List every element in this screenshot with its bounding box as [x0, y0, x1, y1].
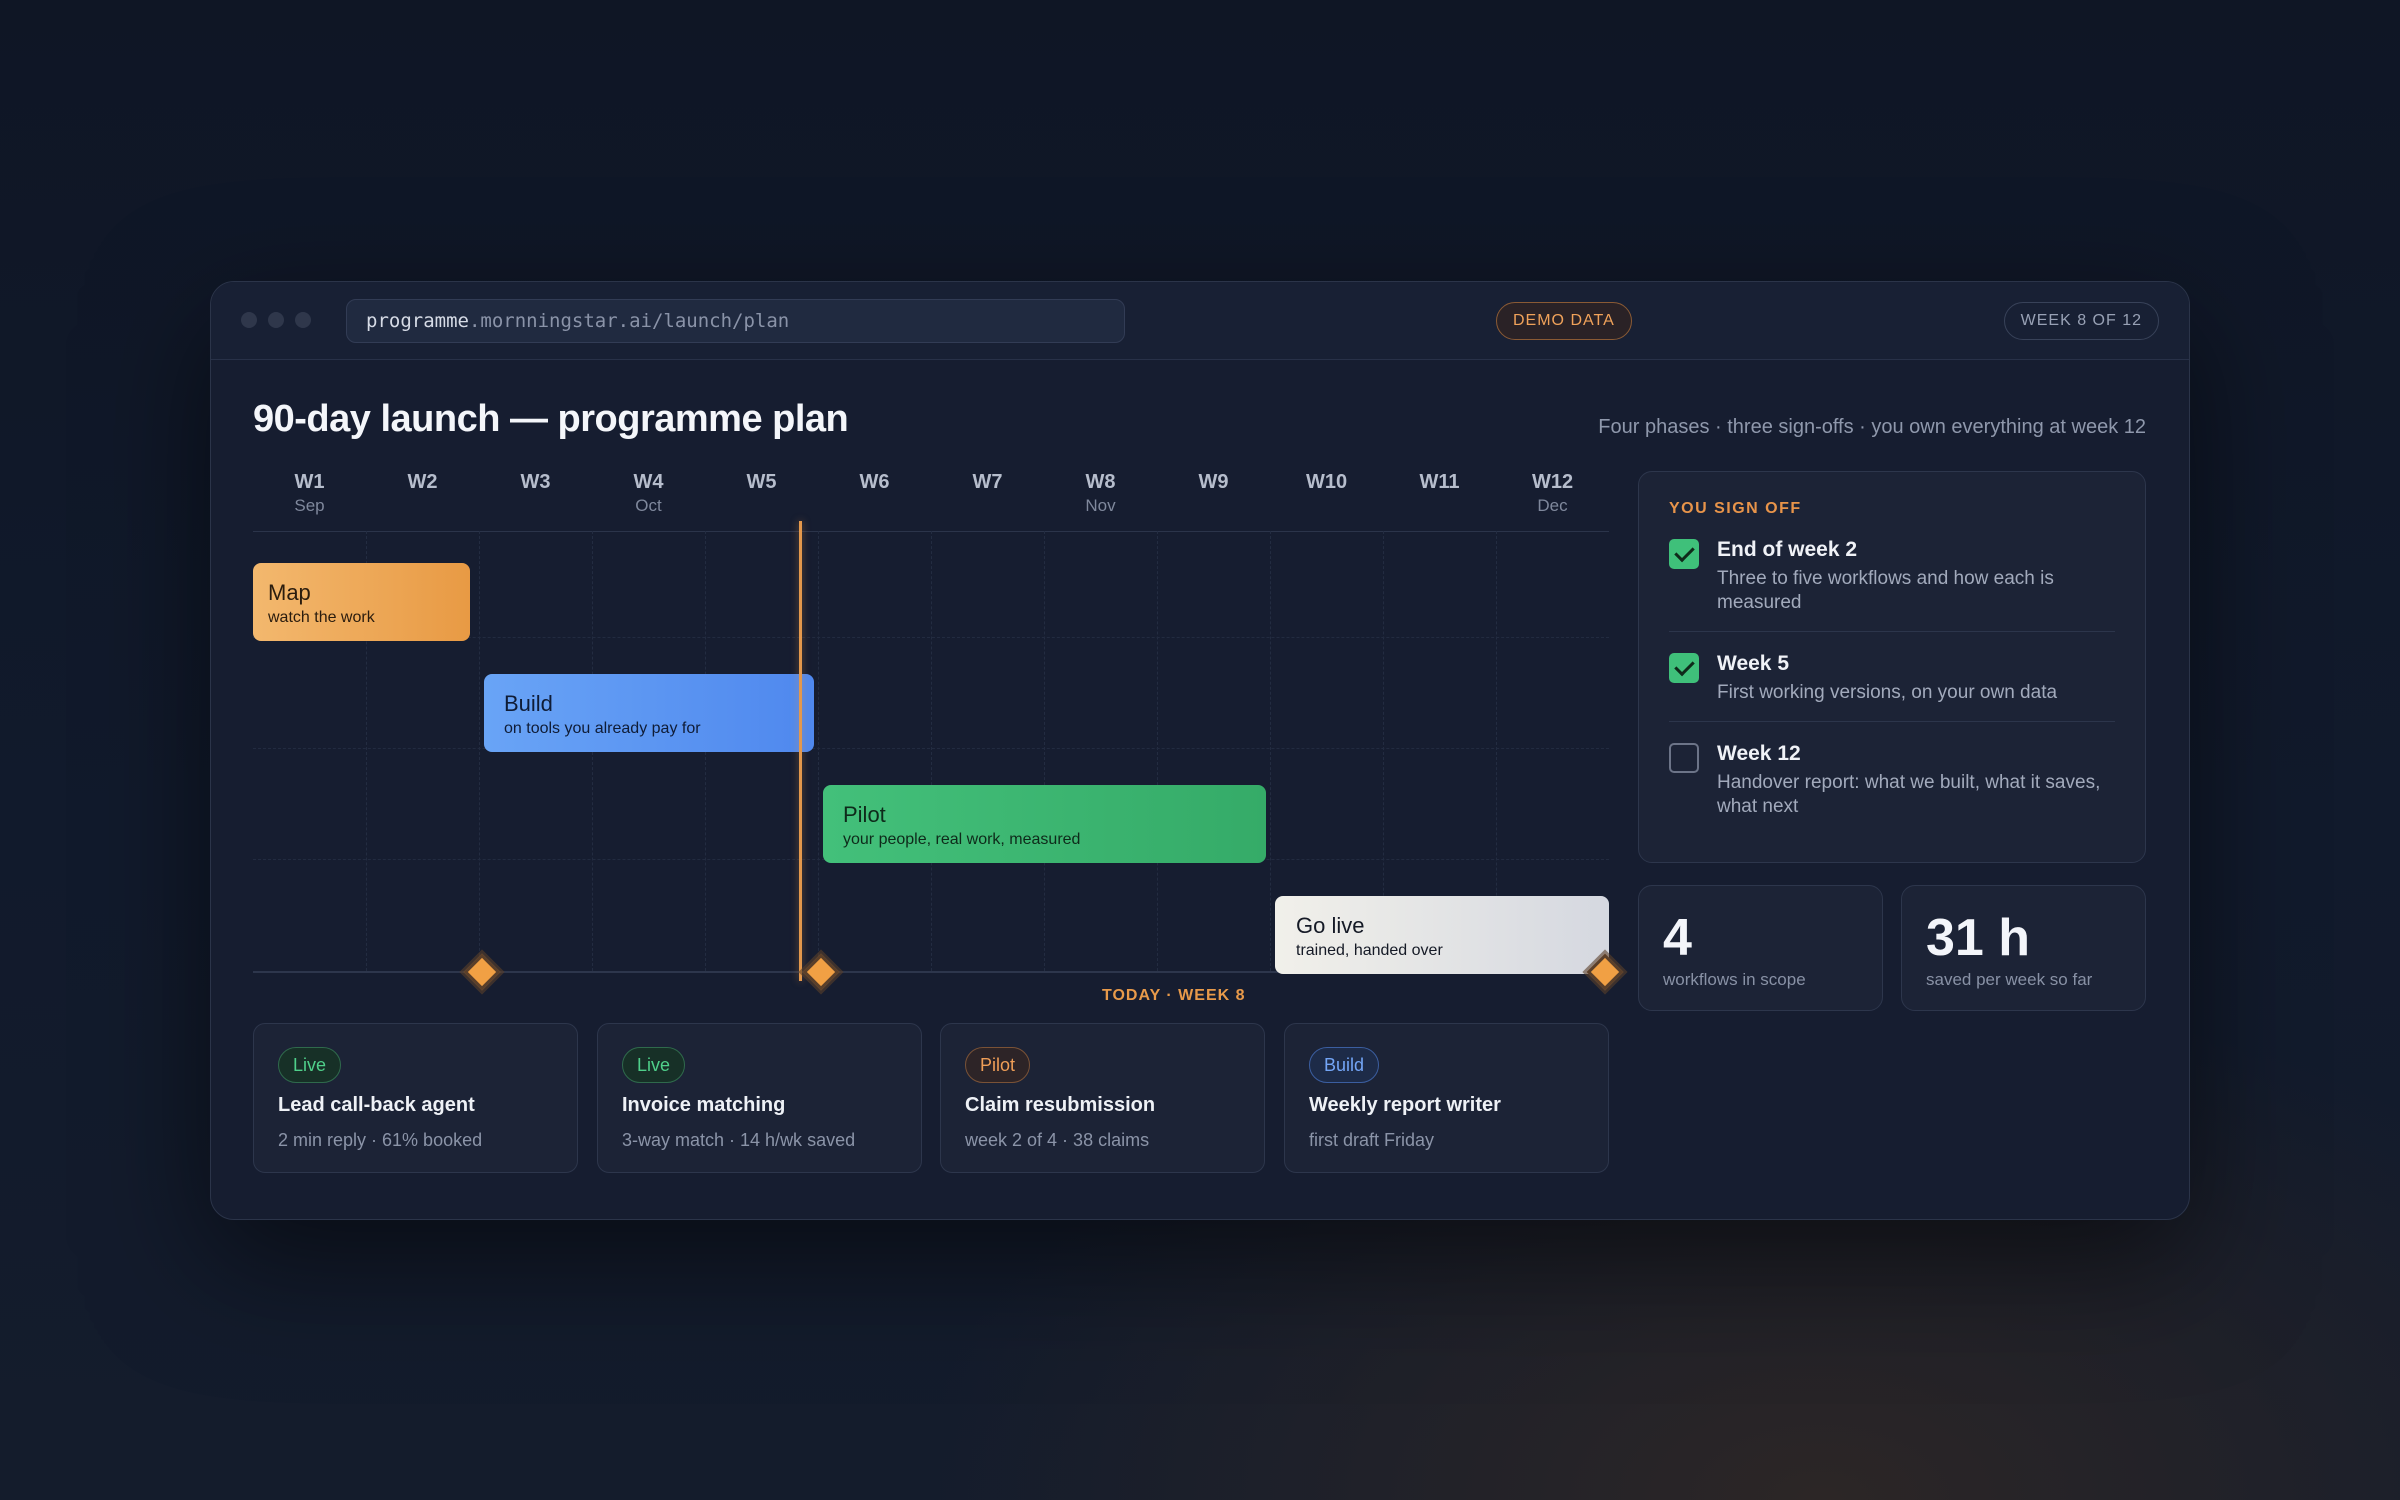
month-label: Sep [294, 496, 325, 515]
divider [1669, 721, 2115, 722]
phase-name: Go live [1296, 913, 1365, 938]
workflow-card[interactable]: Live Invoice matching 3-way match · 14 h… [597, 1023, 922, 1173]
today-marker-line [799, 521, 802, 981]
status-badge: Pilot [965, 1047, 1031, 1083]
week-label: W10 [1305, 471, 1348, 493]
workflow-meta: 2 min reply · 61% booked [278, 1130, 483, 1150]
phase-bar-build[interactable]: Build on tools you already pay for [484, 674, 814, 752]
url-path: .mornningstar.ai/launch/plan [468, 310, 790, 332]
phase-name: Build [504, 691, 553, 716]
phase-bar-map[interactable]: Map watch the work [253, 563, 470, 641]
month-label: Oct [635, 496, 662, 515]
workflow-meta: 3-way match · 14 h/wk saved [622, 1130, 856, 1150]
grid-line [931, 531, 932, 971]
phase-name: Map [268, 580, 311, 605]
phase-name: Pilot [843, 802, 886, 827]
milestone-diamond-icon[interactable] [802, 953, 840, 991]
phase-desc: watch the work [268, 609, 375, 626]
week-label: W9 [1198, 471, 1229, 493]
stat-value: 4 [1663, 909, 1692, 967]
stat-label: workflows in scope [1663, 970, 1806, 989]
workflow-name: Weekly report writer [1309, 1094, 1501, 1116]
address-bar[interactable]: programme.mornningstar.ai/launch/plan [346, 299, 1125, 343]
checkbox-unchecked-icon[interactable] [1669, 743, 1699, 773]
week-label: W6 [859, 471, 890, 493]
phase-desc: on tools you already pay for [504, 720, 701, 737]
month-label: Dec [1537, 496, 1568, 515]
row-divider [253, 748, 1609, 749]
today-label: TODAY · WEEK 8 [1102, 987, 1246, 1004]
divider [1669, 631, 2115, 632]
phase-bar-go-live[interactable]: Go live trained, handed over [1275, 896, 1609, 974]
week-column-header: W6 [818, 471, 931, 496]
week-label: W2 [407, 471, 438, 493]
week-label: W12 [1531, 471, 1574, 493]
workflow-card[interactable]: Live Lead call-back agent 2 min reply · … [253, 1023, 578, 1173]
sign-off-title: Week 12 [1717, 742, 1801, 765]
grid-line [1157, 531, 1158, 971]
workflow-name: Invoice matching [622, 1094, 786, 1116]
week-label: W3 [520, 471, 551, 493]
week-label: W4 [633, 471, 664, 493]
week-label: W7 [972, 471, 1003, 493]
week-label: W8 [1085, 471, 1116, 493]
status-badge: Live [622, 1047, 686, 1083]
grid-line [1270, 531, 1271, 971]
stat-value: 31 h [1926, 909, 2031, 967]
window-maximize-dot[interactable] [295, 312, 311, 328]
page-subtitle: Four phases · three sign-offs · you own … [1598, 416, 2146, 438]
week-column-header: W5 [705, 471, 818, 496]
week-column-header: W8 Nov [1044, 471, 1157, 516]
checkbox-checked-icon[interactable] [1669, 653, 1699, 683]
status-badge: Live [278, 1047, 342, 1083]
url-host: programme [366, 310, 469, 332]
week-label: W1 [294, 471, 325, 493]
week-column-header: W1 Sep [253, 471, 366, 516]
stat-card-hours-saved: 31 h saved per week so far [1901, 885, 2146, 1011]
workflow-card[interactable]: Pilot Claim resubmission week 2 of 4 · 3… [940, 1023, 1265, 1173]
sign-off-desc: Three to five workflows and how each is … [1717, 568, 2054, 613]
phase-bar-pilot[interactable]: Pilot your people, real work, measured [823, 785, 1266, 863]
week-column-header: W2 [366, 471, 479, 496]
workflow-name: Claim resubmission [965, 1094, 1156, 1116]
sign-off-heading: YOU SIGN OFF [1669, 500, 1802, 517]
sign-off-title: End of week 2 [1717, 538, 1858, 561]
demo-data-badge: DEMO DATA [1496, 302, 1632, 340]
workflow-meta: first draft Friday [1309, 1130, 1435, 1150]
week-column-header: W9 [1157, 471, 1270, 496]
week-column-header: W7 [931, 471, 1044, 496]
page-title: 90-day launch — programme plan [253, 398, 849, 440]
grid-line [479, 531, 480, 971]
grid-line [818, 531, 819, 971]
grid-line [1044, 531, 1045, 971]
week-column-header: W4 Oct [592, 471, 705, 516]
milestone-diamond-icon[interactable] [463, 953, 501, 991]
stat-card-workflows: 4 workflows in scope [1638, 885, 1883, 1011]
window-close-dot[interactable] [241, 312, 257, 328]
status-badge: Build [1309, 1047, 1380, 1083]
week-column-header: W10 [1270, 471, 1383, 496]
gantt-chart: W1 Sep W2 W3 W4 Oct W5 W6 W7 W8 Nov W9 W10 W11 W12 Dec … [253, 466, 1624, 1016]
sign-off-panel: YOU SIGN OFF End of week 2 Three to five… [1638, 471, 2146, 863]
checkbox-checked-icon[interactable] [1669, 539, 1699, 569]
workflow-name: Lead call-back agent [278, 1094, 475, 1116]
sign-off-title: Week 5 [1717, 652, 1789, 675]
window-minimize-dot[interactable] [268, 312, 284, 328]
workflow-meta: week 2 of 4 · 38 claims [965, 1130, 1150, 1150]
workflow-card[interactable]: Build Weekly report writer first draft F… [1284, 1023, 1609, 1173]
stat-label: saved per week so far [1926, 970, 2093, 989]
week-label: W5 [746, 471, 777, 493]
week-column-header: W3 [479, 471, 592, 496]
week-progress-badge: WEEK 8 OF 12 [2003, 302, 2159, 340]
week-column-header: W11 [1383, 471, 1496, 496]
month-label: Nov [1085, 496, 1116, 515]
phase-desc: your people, real work, measured [843, 831, 1081, 848]
sign-off-desc: First working versions, on your own data [1717, 682, 2058, 703]
browser-titlebar: programme.mornningstar.ai/launch/plan DE… [211, 282, 2189, 360]
week-column-header: W12 Dec [1496, 471, 1609, 516]
sign-off-desc: Handover report: what we built, what it … [1717, 772, 2101, 817]
week-label: W11 [1419, 471, 1460, 493]
phase-desc: trained, handed over [1296, 942, 1443, 959]
